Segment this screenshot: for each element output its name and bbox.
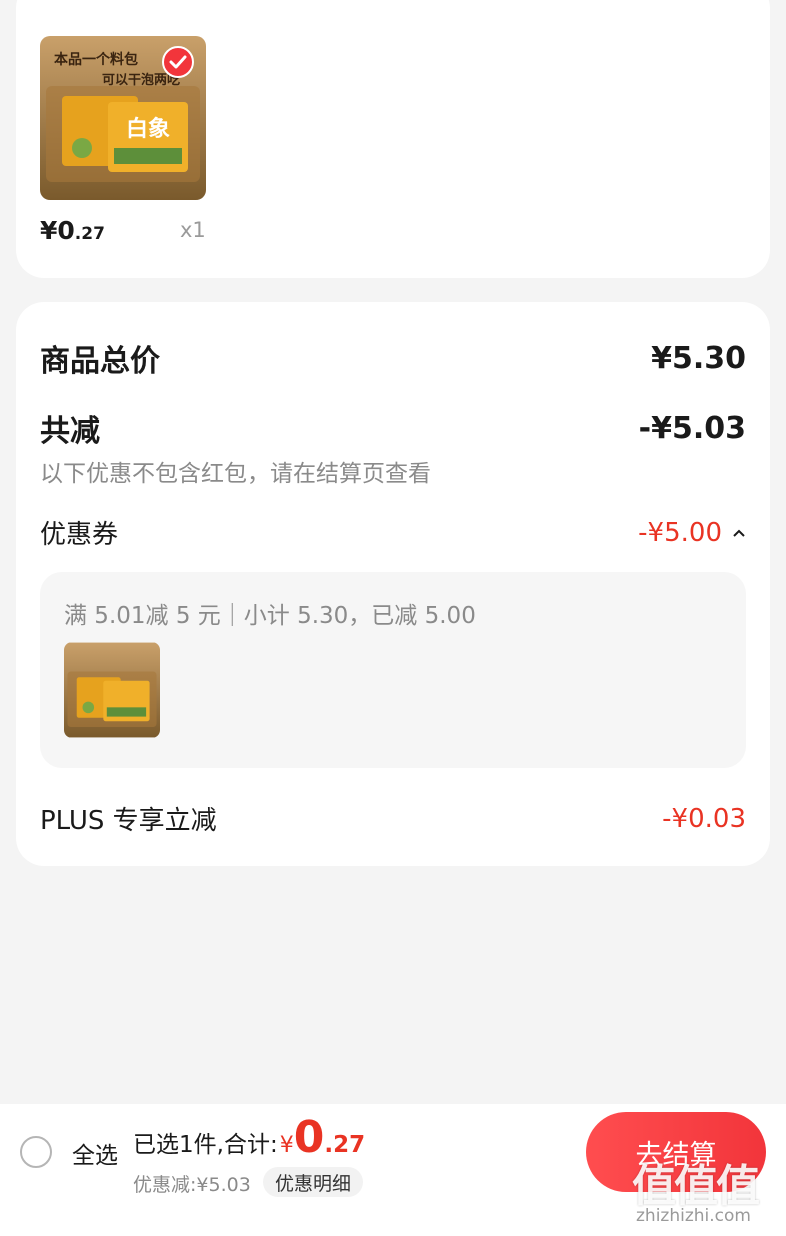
total-reduction-row: 共减 -¥5.03: [40, 406, 746, 450]
coupon-value-group[interactable]: -¥5.00: [638, 518, 746, 548]
discount-amount: 优惠减:¥5.03: [133, 1174, 251, 1196]
site-watermark: 值值值 zhizhizhi.com: [632, 1150, 782, 1236]
total-line: 已选1件,合计: ¥ 0 .27: [133, 1116, 365, 1160]
goods-total-value: ¥5.30: [651, 340, 746, 376]
goods-total-row: 商品总价 ¥5.30: [40, 336, 746, 380]
total-reduction-label: 共减: [40, 414, 100, 449]
goods-total-label: 商品总价: [40, 344, 160, 379]
chevron-up-icon[interactable]: [732, 528, 746, 538]
plus-discount-value: -¥0.03: [662, 803, 746, 834]
plus-discount-label: PLUS 专享立减: [40, 806, 217, 836]
selected-check-icon[interactable]: [162, 46, 194, 78]
coupon-value: -¥5.00: [638, 517, 722, 548]
product-thumbnail-small: [64, 642, 160, 738]
product-card: 本品一个料包 可以干泡两吃 白象 ¥0.27 x1: [16, 0, 770, 278]
coupon-detail-box: 满 5.01减 5 元｜小计 5.30，已减 5.00: [40, 572, 746, 768]
total-int: 0: [293, 1112, 325, 1163]
coupon-label: 优惠券: [40, 520, 119, 550]
coupon-row[interactable]: 优惠券 -¥5.00: [40, 514, 746, 551]
selected-count-text: 已选1件,合计:: [133, 1132, 278, 1158]
price-summary-card: 商品总价 ¥5.30 共减 -¥5.03 以下优惠不包含红包，请在结算页查看 优…: [16, 302, 770, 866]
item-price: ¥0.27: [40, 216, 105, 245]
item-quantity: x1: [180, 218, 206, 242]
image-brand: 白象: [126, 116, 170, 142]
item-price-dec: .27: [74, 224, 105, 244]
watermark-url: zhizhizhi.com: [636, 1206, 751, 1226]
item-price-int: ¥0: [40, 216, 75, 245]
coupon-product-thumbnail[interactable]: [64, 642, 160, 738]
plus-discount-row: PLUS 专享立减 -¥0.03: [40, 800, 746, 837]
product-image[interactable]: 本品一个料包 可以干泡两吃 白象: [40, 36, 206, 200]
image-caption-1: 本品一个料包: [54, 51, 138, 68]
total-dec: .27: [324, 1132, 366, 1158]
watermark-logo: 值值值: [632, 1161, 760, 1212]
coupon-description: 满 5.01减 5 元｜小计 5.30，已减 5.00: [64, 603, 476, 629]
discount-detail-button[interactable]: 优惠明细: [263, 1167, 364, 1197]
discount-note: 以下优惠不包含红包，请在结算页查看: [40, 461, 431, 487]
total-reduction-value: -¥5.03: [638, 410, 746, 446]
select-all-label[interactable]: 全选: [72, 1136, 118, 1170]
select-all-radio[interactable]: [20, 1136, 52, 1168]
total-currency: ¥: [279, 1133, 294, 1158]
